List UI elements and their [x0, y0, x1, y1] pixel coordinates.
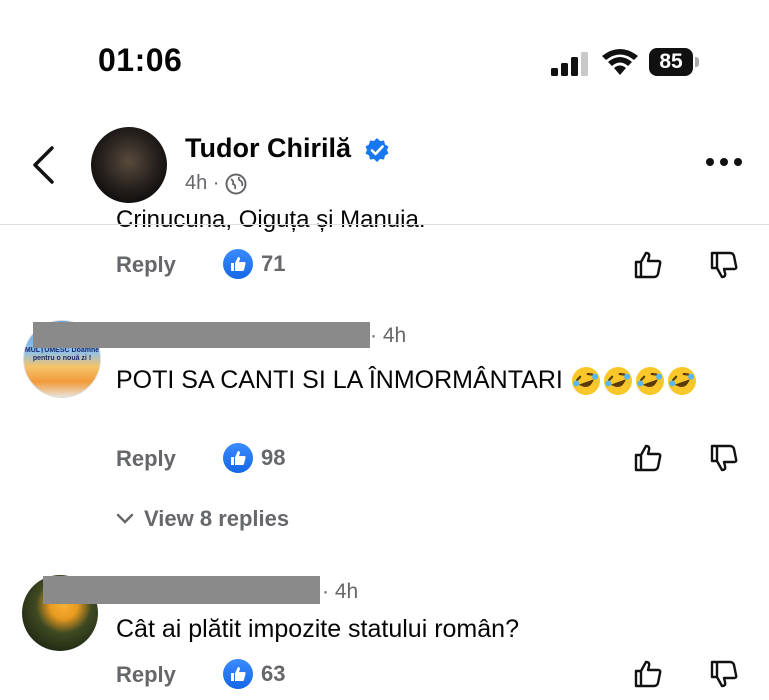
- like-count[interactable]: 63: [223, 659, 285, 689]
- rofl-emoji-icon: [635, 367, 664, 396]
- globe-icon: [225, 173, 247, 194]
- comment-body: POTI SA CANTI SI LA ÎNMORMÂNTARI: [116, 360, 746, 400]
- status-time: 01:06: [98, 42, 183, 78]
- like-count[interactable]: 71: [223, 249, 285, 279]
- thumbs-down-icon[interactable]: [709, 250, 739, 280]
- comment-timestamp: · 4h: [322, 580, 359, 603]
- post-meta: 4h ·: [185, 172, 247, 195]
- thumbs-down-icon[interactable]: [709, 659, 739, 689]
- thumbs-up-icon[interactable]: [633, 250, 663, 280]
- author-name[interactable]: Tudor Chirilă: [185, 133, 351, 164]
- view-replies-button[interactable]: View 8 replies: [116, 506, 289, 532]
- cellular-signal-icon: [551, 52, 588, 76]
- like-count-value: 63: [261, 661, 286, 686]
- like-count[interactable]: 98: [223, 443, 285, 473]
- like-count-value: 71: [261, 251, 286, 276]
- rofl-emoji-icon: [603, 367, 632, 396]
- battery-level: 85: [649, 48, 693, 76]
- header-divider: [0, 224, 769, 225]
- like-badge-icon: [223, 443, 253, 473]
- back-chevron-icon[interactable]: [30, 146, 56, 184]
- verified-badge-icon: [365, 138, 389, 162]
- battery-icon: 85: [649, 48, 701, 76]
- like-count-value: 98: [261, 445, 286, 470]
- view-replies-label: View 8 replies: [144, 506, 290, 531]
- reply-button[interactable]: Reply: [116, 446, 176, 472]
- wifi-icon: [602, 49, 638, 75]
- comment-text: Crinucuna, Oiguța și Manuia.: [116, 206, 426, 233]
- battery-cap: [695, 57, 699, 67]
- rofl-emoji-icon: [667, 367, 696, 396]
- more-options-icon[interactable]: [704, 152, 744, 172]
- avatar-caption: MULȚUMESC Doamne pentru o nouă zi !: [24, 347, 100, 362]
- chevron-down-icon: [116, 513, 134, 524]
- thumbs-up-icon[interactable]: [633, 443, 663, 473]
- redacted-username: [43, 576, 320, 604]
- thumbs-down-icon[interactable]: [709, 443, 739, 473]
- reply-button[interactable]: Reply: [116, 662, 176, 688]
- like-badge-icon: [223, 249, 253, 279]
- comment-text: Cât ai plătit impozite statului român?: [116, 615, 519, 643]
- rofl-emoji-icon: [571, 367, 600, 396]
- like-badge-icon: [223, 659, 253, 689]
- post-age: 4h ·: [185, 172, 220, 194]
- author-avatar[interactable]: [91, 127, 167, 203]
- thumbs-up-icon[interactable]: [633, 659, 663, 689]
- comment-timestamp: · 4h: [370, 324, 407, 347]
- redacted-username: [33, 322, 370, 348]
- reply-button[interactable]: Reply: [116, 252, 176, 278]
- comment-text: POTI SA CANTI SI LA ÎNMORMÂNTARI: [116, 366, 563, 394]
